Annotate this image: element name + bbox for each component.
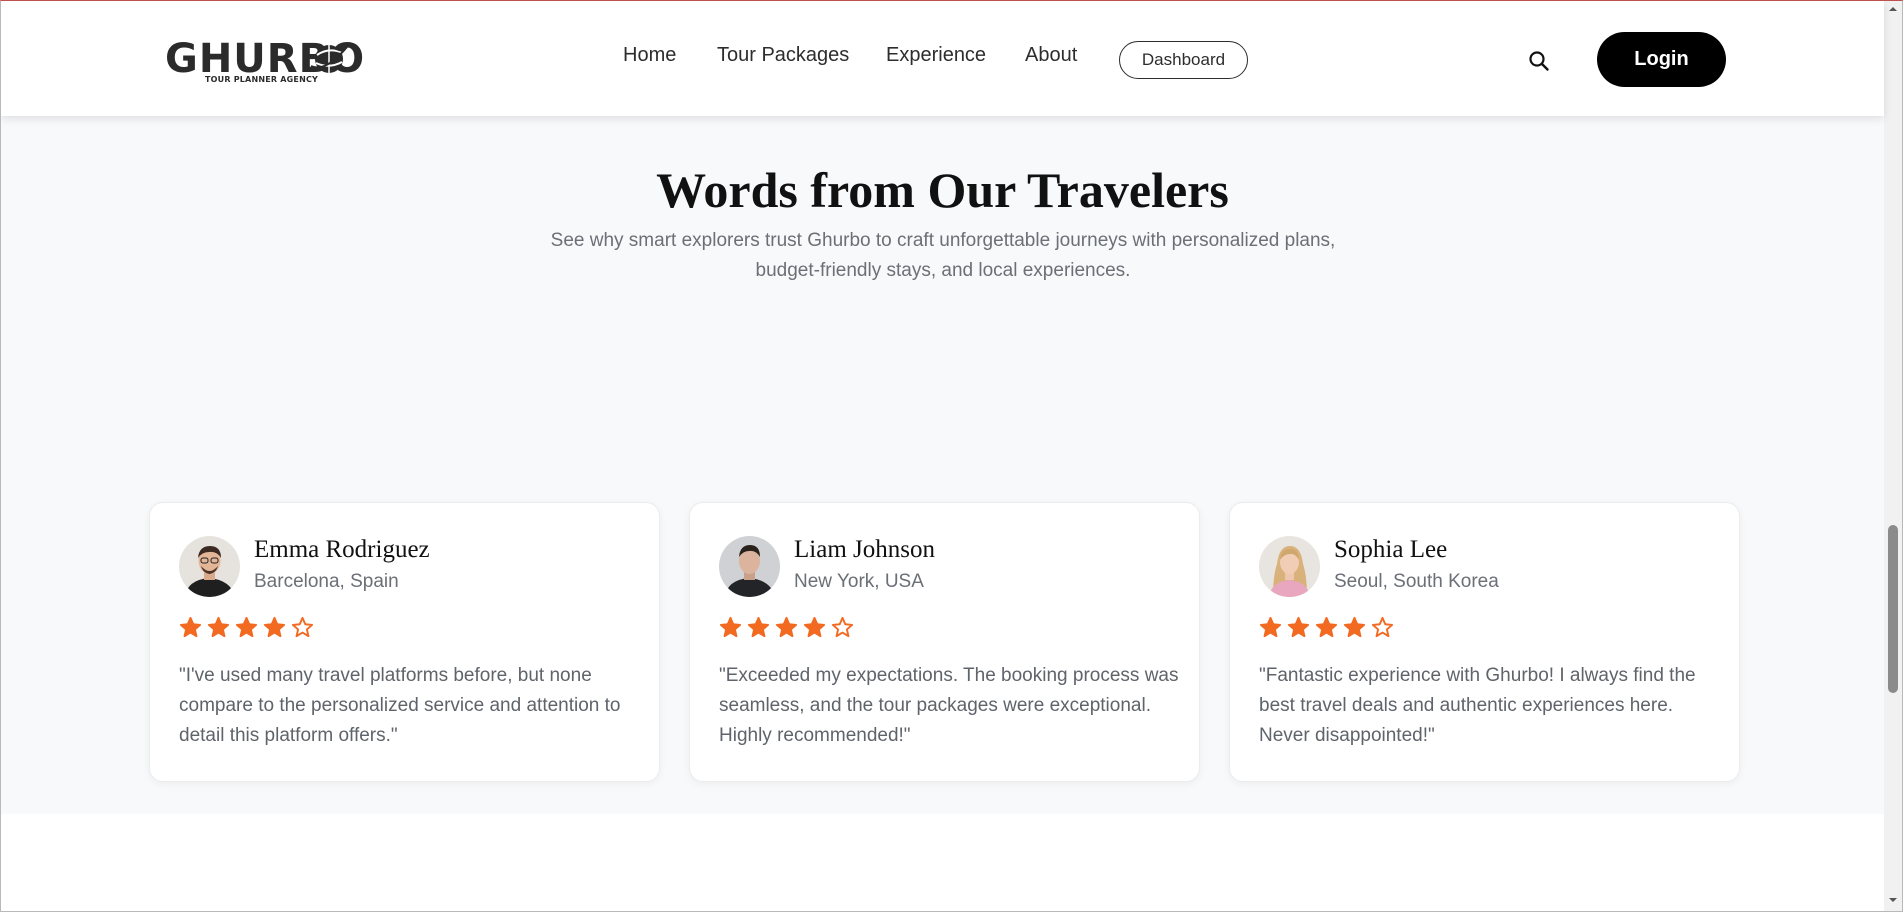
vertical-scrollbar[interactable]: [1884, 1, 1902, 911]
reviewer-location: Seoul, South Korea: [1334, 571, 1499, 592]
star-empty-icon: [1371, 616, 1394, 638]
scroll-down-icon[interactable]: [1888, 895, 1898, 905]
star-filled-icon: [719, 616, 742, 638]
reviewer-location: Barcelona, Spain: [254, 571, 399, 592]
reviewer-name: Emma Rodriguez: [254, 536, 430, 563]
review-text: "I've used many travel platforms before,…: [179, 665, 621, 746]
reviewer-name: Liam Johnson: [794, 536, 935, 563]
avatar: [1259, 536, 1320, 597]
testimonial-card: Liam Johnson New York, USA "Exceeded my …: [689, 502, 1200, 782]
testimonials-section: Words from Our Travelers See why smart e…: [1, 116, 1884, 814]
scroll-up-icon[interactable]: [1888, 4, 1898, 14]
review-text: "Fantastic experience with Ghurbo! I alw…: [1259, 665, 1696, 746]
reviewer-location: New York, USA: [794, 571, 924, 592]
star-rating: [179, 616, 314, 642]
brand-logo[interactable]: GHURBO TOUR PLANNER AGENCY: [165, 37, 364, 87]
footer-area: [1, 814, 1884, 911]
star-filled-icon: [179, 616, 202, 638]
star-rating: [1259, 616, 1394, 642]
star-empty-icon: [291, 616, 314, 638]
section-subtitle: See why smart explorers trust Ghurbo to …: [550, 230, 1336, 281]
star-empty-icon: [831, 616, 854, 638]
nav-tour-packages[interactable]: Tour Packages: [717, 44, 849, 67]
nav-experience[interactable]: Experience: [886, 44, 986, 67]
section-title: Words from Our Travelers: [656, 162, 1229, 218]
dashboard-button-label: Dashboard: [1141, 50, 1226, 69]
login-button-label: Login: [1634, 48, 1689, 70]
globe-plane-icon: [310, 42, 350, 73]
navbar: GHURBO TOUR PLANNER AGENCY Home Tour Pac…: [1, 1, 1884, 116]
nav-home[interactable]: Home: [623, 44, 676, 67]
star-filled-icon: [1287, 616, 1310, 638]
testimonial-card: Sophia Lee Seoul, South Korea "Fantastic…: [1229, 502, 1740, 782]
reviewer-name: Sophia Lee: [1334, 536, 1448, 563]
search-icon: [1529, 51, 1549, 71]
star-filled-icon: [263, 616, 286, 638]
brand-tagline: TOUR PLANNER AGENCY: [205, 75, 319, 84]
star-filled-icon: [1315, 616, 1338, 638]
avatar: [179, 536, 240, 597]
dashboard-button[interactable]: Dashboard: [1119, 41, 1248, 79]
login-button[interactable]: Login: [1597, 32, 1726, 87]
scrollbar-thumb[interactable]: [1888, 525, 1898, 693]
star-filled-icon: [235, 616, 258, 638]
search-button[interactable]: [1527, 49, 1551, 73]
star-filled-icon: [775, 616, 798, 638]
star-filled-icon: [803, 616, 826, 638]
nav-about[interactable]: About: [1025, 44, 1077, 67]
star-filled-icon: [747, 616, 770, 638]
star-rating: [719, 616, 854, 642]
avatar: [719, 536, 780, 597]
testimonial-card: Emma Rodriguez Barcelona, Spain "I've us…: [149, 502, 660, 782]
star-filled-icon: [207, 616, 230, 638]
star-filled-icon: [1259, 616, 1282, 638]
review-text: "Exceeded my expectations. The booking p…: [719, 665, 1179, 746]
star-filled-icon: [1343, 616, 1366, 638]
